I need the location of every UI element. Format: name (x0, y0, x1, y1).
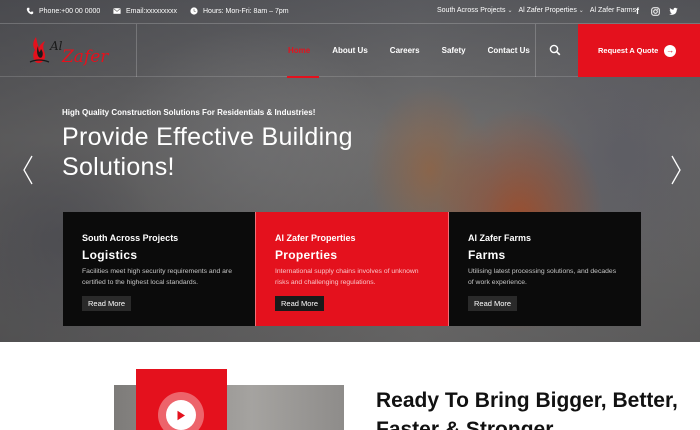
card-subtitle: South Across Projects (82, 233, 179, 243)
phone-icon (26, 7, 34, 15)
svg-text:Zafer: Zafer (61, 47, 109, 67)
card-farms: Al Zafer Farms Farms Utilising latest pr… (449, 212, 641, 326)
instagram-icon[interactable] (651, 6, 660, 16)
card-description: International supply chains involves of … (275, 268, 419, 286)
arrow-right-icon: → (664, 44, 677, 57)
card-description: Utilising latest processing solutions, a… (468, 268, 617, 286)
hours-info: Hours: Mon-Fri: 8am – 7pm (190, 7, 289, 15)
hero-tagline: High Quality Construction Solutions For … (62, 108, 316, 117)
card-title: Logistics (82, 248, 138, 262)
card-title: Farms (468, 248, 506, 262)
card-subtitle: Al Zafer Properties (275, 233, 356, 243)
top-bar: Phone:+00 00 0000 Email:xxxxxxxxx Hours:… (0, 0, 700, 24)
read-more-button[interactable]: Read More (468, 296, 518, 311)
nav-careers[interactable]: Careers (390, 46, 420, 55)
request-quote-label: Request A Quote (598, 46, 659, 55)
slider-prev-icon[interactable] (22, 155, 34, 185)
toplink-farms[interactable]: Al Zafer Farms (590, 7, 636, 14)
al-zafer-logo[interactable]: Al Zafer (27, 32, 117, 68)
search-icon[interactable] (549, 44, 561, 56)
card-properties: Al Zafer Properties Properties Internati… (255, 212, 449, 326)
twitter-icon[interactable] (669, 6, 678, 16)
toplink-south-across[interactable]: South Across Projects ⌄ (437, 7, 512, 14)
card-subtitle: Al Zafer Farms (468, 233, 532, 243)
play-icon (166, 400, 196, 430)
main-navbar: Al Zafer Home About Us Careers Safety Co… (0, 24, 700, 78)
email-info: Email:xxxxxxxxx (113, 7, 177, 15)
slider-next-icon[interactable] (670, 155, 682, 185)
hero-headline: Provide Effective Building Solutions! (62, 123, 353, 181)
read-more-button[interactable]: Read More (82, 296, 132, 311)
video-play-button[interactable] (158, 392, 204, 430)
logo-divider (136, 24, 137, 77)
request-quote-button[interactable]: Request A Quote → (578, 24, 700, 77)
search-divider (535, 24, 536, 77)
clock-icon (190, 7, 198, 15)
email-text: Email:xxxxxxxxx (126, 7, 177, 15)
nav-contact-us[interactable]: Contact Us (488, 46, 530, 55)
service-cards: South Across Projects Logistics Faciliti… (63, 212, 641, 326)
chevron-down-icon: ⌄ (507, 8, 513, 14)
phone-info: Phone:+00 00 0000 (26, 7, 100, 15)
card-logistics: South Across Projects Logistics Faciliti… (63, 212, 255, 326)
primary-nav: Home About Us Careers Safety Contact Us (286, 46, 552, 78)
facebook-icon[interactable]: f (633, 6, 642, 16)
phone-text: Phone:+00 00 0000 (39, 7, 101, 15)
envelope-icon (113, 8, 121, 14)
card-description: Facilities meet high security requiremen… (82, 268, 232, 286)
nav-home[interactable]: Home (286, 46, 320, 78)
toplink-properties[interactable]: Al Zafer Properties ⌄ (518, 7, 583, 14)
svg-text:Al: Al (49, 39, 63, 53)
nav-safety[interactable]: Safety (442, 46, 466, 55)
read-more-button[interactable]: Read More (275, 296, 325, 311)
nav-about-us[interactable]: About Us (332, 46, 368, 55)
card-title: Properties (275, 248, 338, 262)
top-links: South Across Projects ⌄ Al Zafer Propert… (437, 7, 636, 14)
about-heading: Ready To Bring Bigger, Better, Faster & … (376, 389, 678, 430)
chevron-down-icon: ⌄ (578, 8, 584, 14)
social-links: f (633, 6, 678, 16)
hours-text: Hours: Mon-Fri: 8am – 7pm (203, 7, 289, 15)
